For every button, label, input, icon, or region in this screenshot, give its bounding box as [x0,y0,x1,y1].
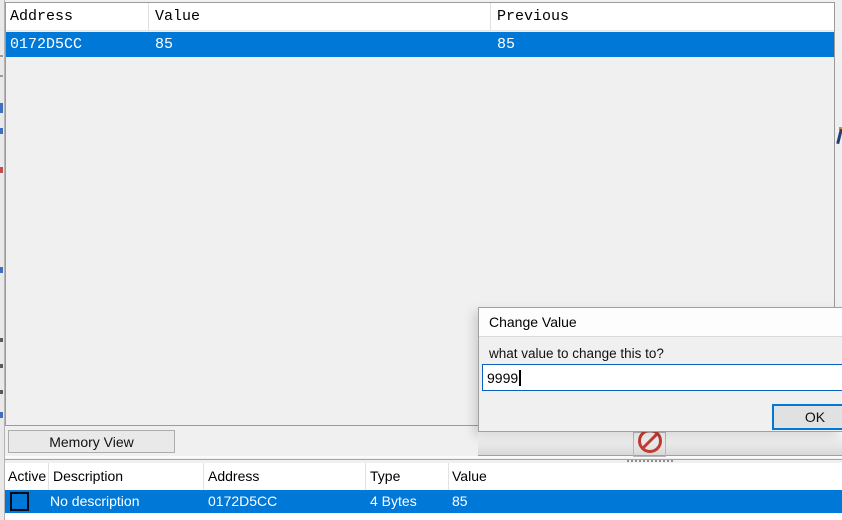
scan-row-address: 0172D5CC [10,36,82,53]
column-divider [148,3,149,31]
scan-result-row-selected[interactable]: 0172D5CC 85 85 [6,32,834,57]
memory-view-button[interactable]: Memory View [8,430,175,453]
clipped-text-fragment [835,127,842,145]
sliver-mark [0,55,3,57]
clipped-glyph-slash [836,129,842,144]
scan-row-previous: 85 [497,36,515,53]
scan-row-value: 85 [155,36,173,53]
column-header-description[interactable]: Description [53,468,123,484]
ok-button-label: OK [805,409,825,425]
active-checkbox[interactable] [10,492,29,511]
ok-button[interactable]: OK [772,404,842,430]
panel-separator [5,459,842,460]
change-value-dialog: Change Value what value to change this t… [478,307,842,432]
column-divider [365,463,366,490]
sliver-mark [0,412,3,418]
column-header-value[interactable]: Value [452,468,487,484]
column-header-value[interactable]: Value [155,8,200,25]
blocked-icon-box[interactable] [633,432,666,457]
value-input-text: 9999 [487,370,518,386]
value-input[interactable]: 9999 [482,364,842,391]
sliver-mark [0,75,3,77]
column-divider [448,463,449,490]
sliver-mark [0,390,3,394]
scan-results-header: Address Value Previous [6,3,834,31]
column-header-address[interactable]: Address [10,8,73,25]
column-header-address[interactable]: Address [208,468,259,484]
dialog-title-bar[interactable]: Change Value [479,308,842,337]
column-divider [203,463,204,490]
row-description: No description [50,493,140,509]
sliver-mark [0,267,3,273]
text-caret [519,370,521,386]
address-list-header: Active Description Address Type Value [5,463,842,490]
column-divider [48,463,49,490]
column-header-type[interactable]: Type [370,468,400,484]
cheat-engine-window: Address Value Previous 0172D5CC 85 85 Me… [0,0,842,520]
dialog-prompt-label: what value to change this to? [489,346,664,361]
sliver-mark [0,364,3,368]
column-divider [490,3,491,31]
column-header-active[interactable]: Active [8,468,46,484]
sliver-mark [0,167,3,173]
address-list-row-selected[interactable]: No description 0172D5CC 4 Bytes 85 [5,490,842,513]
memory-view-label: Memory View [49,434,134,450]
panel-separator-highlight [5,456,842,458]
address-list-empty-area [5,513,842,520]
column-header-previous[interactable]: Previous [497,8,569,25]
sliver-mark [0,103,3,113]
sliver-mark [0,338,3,342]
background-window-sliver [0,0,5,520]
row-type: 4 Bytes [370,493,417,509]
sliver-mark [0,128,3,134]
row-address: 0172D5CC [208,493,277,509]
row-value: 85 [452,493,468,509]
dialog-title: Change Value [489,314,577,330]
